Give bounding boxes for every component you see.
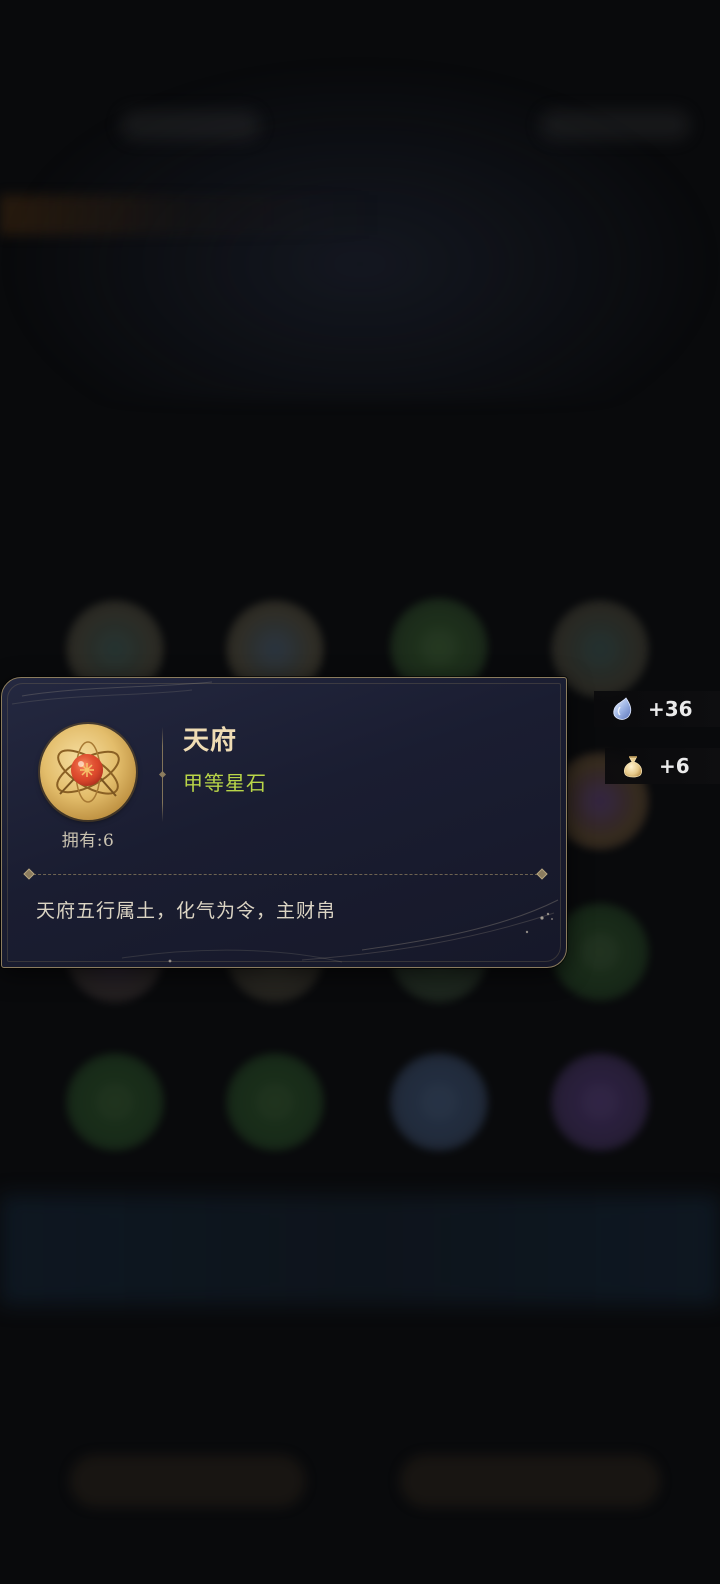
background-panel-blur xyxy=(0,1195,720,1305)
item-name: 天府 xyxy=(183,726,238,756)
spirit-drop-resource: +36 xyxy=(594,691,720,727)
coin-pouch-resource: +6 xyxy=(605,748,720,784)
background-orb xyxy=(226,1053,324,1151)
divider-end-ornament xyxy=(536,868,548,880)
background-header-blur xyxy=(540,110,690,140)
background-button-blur xyxy=(70,1455,305,1507)
item-tooltip-card: 拥有:6 天府 甲等星石 天府五行属土，化气为令，主财帛 xyxy=(1,677,567,968)
background-orb xyxy=(390,1053,488,1151)
star-stone-gem-icon xyxy=(40,724,136,820)
background-banner-blur xyxy=(0,195,380,235)
background-title-blur xyxy=(230,478,470,558)
background-orb xyxy=(551,1053,649,1151)
background-header-blur xyxy=(120,110,260,140)
spirit-drop-icon xyxy=(613,697,632,720)
coin-pouch-value: +6 xyxy=(659,754,690,778)
owned-count: 拥有:6 xyxy=(61,831,115,851)
spirit-drop-value: +36 xyxy=(648,697,693,721)
item-grade: 甲等星石 xyxy=(183,771,267,795)
background-button-blur xyxy=(400,1455,660,1507)
card-swirl-decoration xyxy=(11,681,559,963)
divider-end-ornament xyxy=(23,868,35,880)
item-description: 天府五行属土，化气为令，主财帛 xyxy=(36,900,337,922)
vertical-divider xyxy=(162,727,163,822)
horizontal-divider xyxy=(23,868,548,880)
background-orb xyxy=(66,1053,164,1151)
coin-pouch-icon xyxy=(624,756,642,778)
